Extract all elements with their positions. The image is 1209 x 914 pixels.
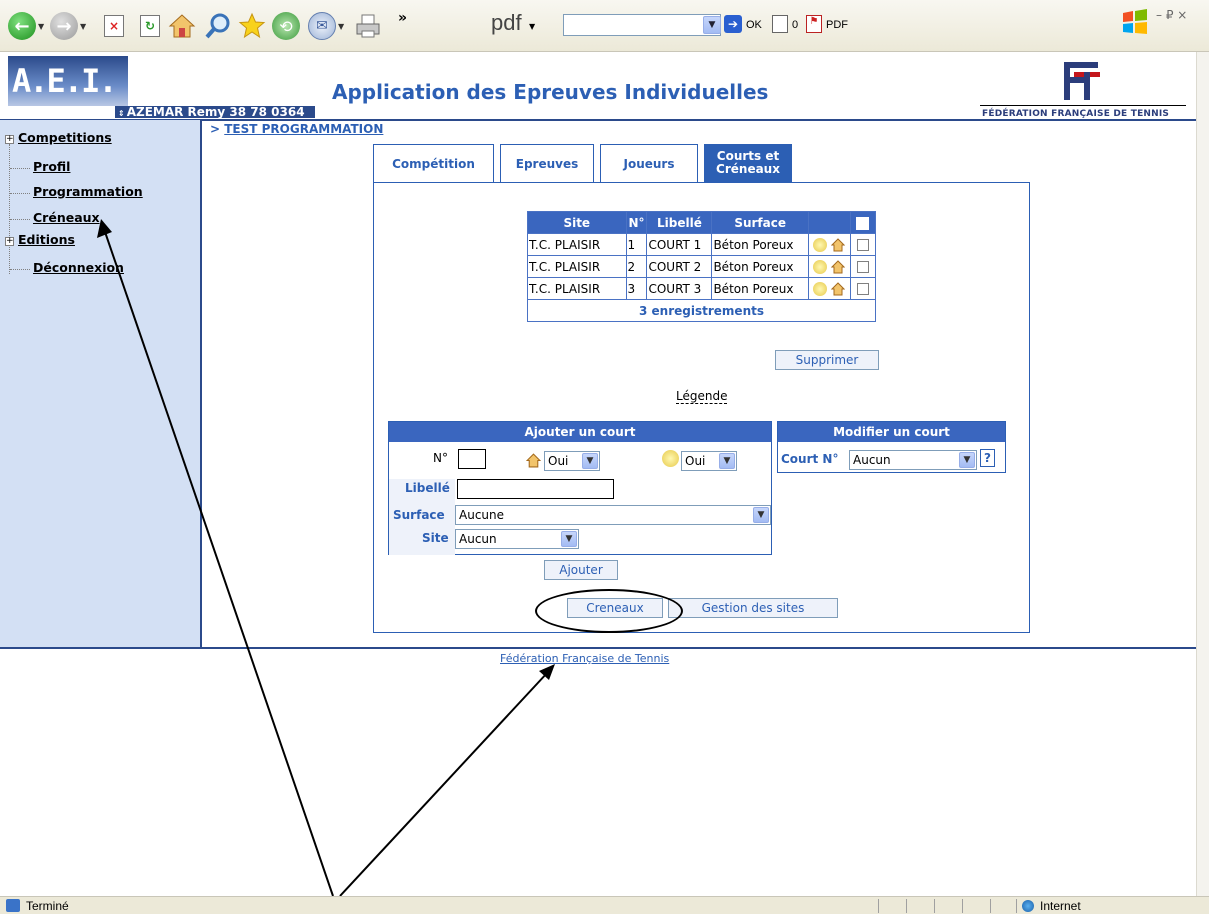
page-status-icon bbox=[6, 899, 20, 912]
status-divider bbox=[962, 899, 963, 913]
annotation-arrows bbox=[97, 219, 555, 897]
status-divider bbox=[906, 899, 907, 913]
annotation-arrowhead bbox=[97, 219, 112, 238]
status-divider bbox=[878, 899, 879, 913]
status-divider bbox=[990, 899, 991, 913]
status-divider bbox=[1016, 899, 1017, 913]
status-divider bbox=[934, 899, 935, 913]
globe-icon bbox=[1022, 900, 1034, 912]
status-text: Terminé bbox=[26, 899, 69, 913]
zone-text: Internet bbox=[1040, 899, 1081, 913]
status-bar: Terminé Internet bbox=[0, 896, 1209, 914]
annotation-arrow-line bbox=[339, 671, 549, 897]
annotation-arrowhead bbox=[539, 664, 555, 680]
annotation-arrow-line bbox=[103, 228, 334, 897]
